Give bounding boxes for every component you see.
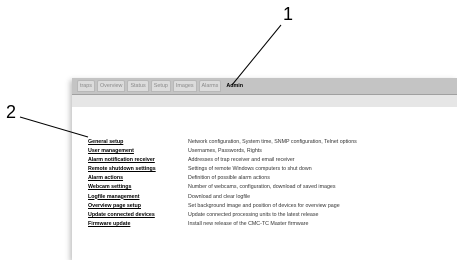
figure: traps Overview Status Setup Images Alarm…	[0, 0, 457, 260]
callout-line-2	[19, 116, 89, 138]
callout-label-2: 2	[6, 102, 17, 122]
callout-line-1	[231, 24, 282, 86]
callout-label-1: 1	[283, 4, 294, 24]
callout-lines	[19, 24, 282, 138]
